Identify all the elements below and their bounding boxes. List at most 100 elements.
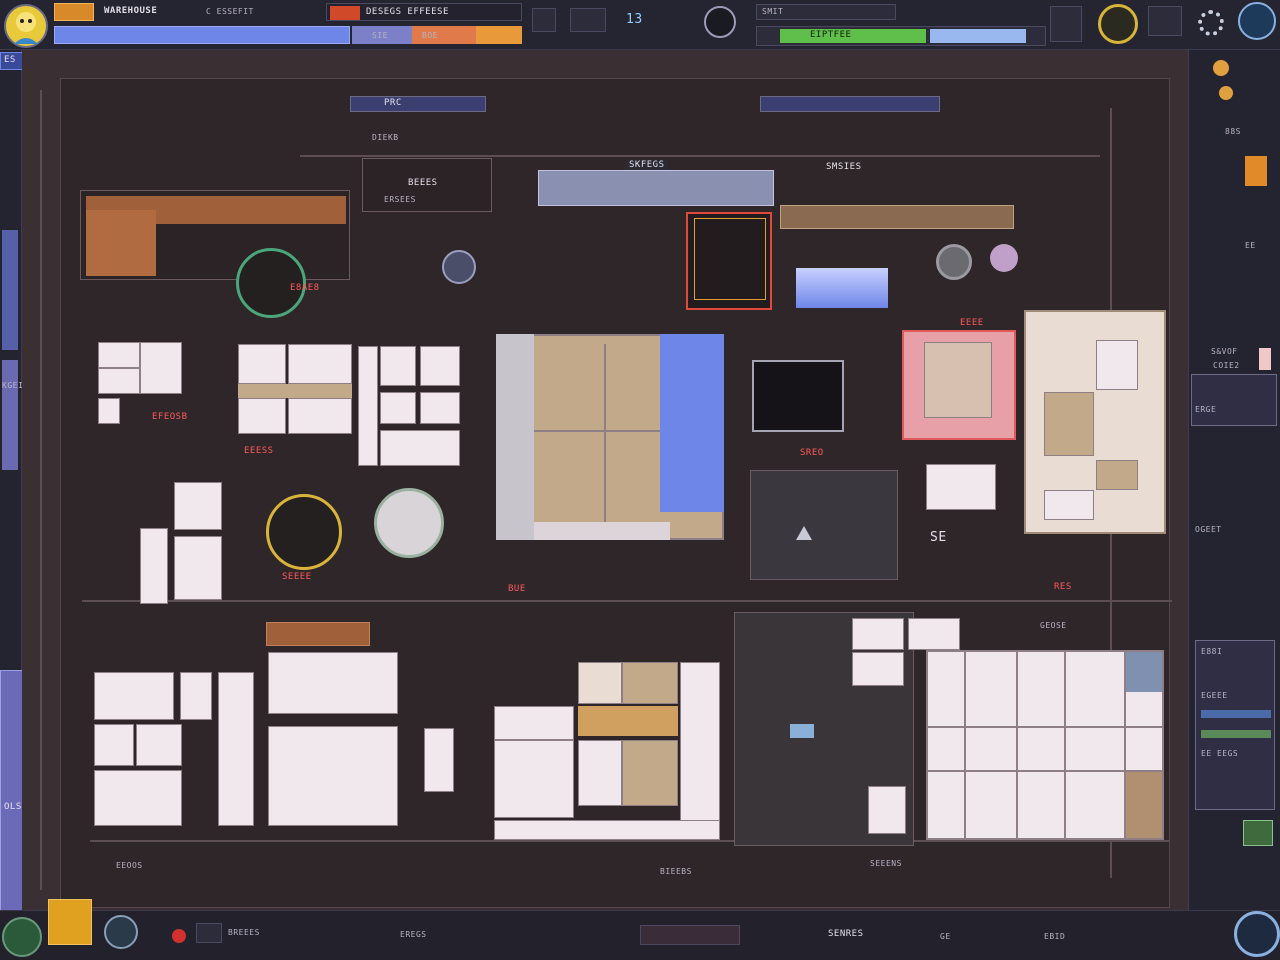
cell[interactable]	[94, 672, 174, 720]
cell[interactable]	[288, 344, 352, 384]
tab-c[interactable]	[476, 26, 522, 44]
record-icon[interactable]	[172, 929, 186, 943]
cell[interactable]	[140, 528, 168, 604]
grid-line	[300, 155, 1100, 157]
header-plate-b	[760, 96, 940, 112]
top-progress-bar	[54, 26, 350, 44]
cell[interactable]	[494, 740, 574, 818]
cell[interactable]	[420, 346, 460, 386]
fan-icon[interactable]	[990, 244, 1018, 272]
cell[interactable]	[268, 726, 398, 826]
shelf-strip[interactable]	[780, 205, 1014, 229]
cell[interactable]	[180, 672, 212, 720]
cell[interactable]	[424, 728, 454, 792]
label-k: RES	[1054, 582, 1072, 592]
machine-a[interactable]	[442, 250, 476, 284]
right-toggle[interactable]	[1259, 348, 1271, 370]
shield-badge-icon[interactable]	[1234, 911, 1280, 957]
cell[interactable]	[218, 672, 254, 826]
left-slider-b[interactable]	[2, 360, 18, 470]
cell[interactable]	[622, 662, 678, 704]
wooden-shelf[interactable]	[266, 622, 370, 646]
cell[interactable]	[238, 398, 286, 434]
warning-icon[interactable]	[796, 526, 812, 540]
grid-button[interactable]	[1148, 6, 1182, 36]
tool-button-a[interactable]	[532, 8, 556, 32]
control-room[interactable]	[750, 470, 898, 580]
compass-icon[interactable]	[1098, 4, 1138, 44]
server-room[interactable]	[752, 360, 844, 432]
status-card[interactable]	[1191, 374, 1277, 426]
cell[interactable]	[908, 618, 960, 650]
cell[interactable]	[1096, 460, 1138, 490]
cell[interactable]	[136, 724, 182, 766]
glass-panel[interactable]	[538, 170, 774, 206]
cell[interactable]	[140, 342, 182, 394]
cell[interactable]	[98, 398, 120, 424]
right-label: OGEET	[1195, 525, 1222, 534]
cell[interactable]	[380, 346, 416, 386]
minimap-icon[interactable]	[1238, 2, 1276, 40]
cell[interactable]	[288, 398, 352, 434]
cell[interactable]	[358, 346, 378, 466]
cell[interactable]	[94, 770, 182, 826]
legend-item: E88I	[1201, 647, 1223, 656]
cell[interactable]	[98, 368, 140, 394]
screen-panel[interactable]	[790, 724, 814, 738]
grid-line	[90, 840, 1170, 842]
cell[interactable]	[680, 662, 720, 836]
title-tab[interactable]	[54, 3, 94, 21]
cell[interactable]	[1096, 340, 1138, 390]
right-label: S&VOF	[1211, 347, 1238, 356]
coin-icon[interactable]	[1219, 86, 1233, 100]
menu-button[interactable]	[1050, 6, 1082, 42]
cell[interactable]	[852, 618, 904, 650]
cell[interactable]	[380, 392, 416, 424]
left-slider-a[interactable]	[2, 230, 18, 350]
right-panel: 88S EE S&VOF COIE2 ERGE OGEET E88I EGEEE…	[1188, 50, 1280, 910]
tool-button-b[interactable]	[570, 8, 606, 32]
cell[interactable]	[1044, 392, 1094, 456]
cell[interactable]	[174, 482, 222, 530]
cell[interactable]	[926, 464, 996, 510]
cell[interactable]	[94, 724, 134, 766]
cell[interactable]	[868, 786, 906, 834]
coin-icon[interactable]	[1213, 60, 1229, 76]
legend-swatch	[1201, 710, 1271, 718]
cell[interactable]	[238, 344, 286, 384]
footer-label-b: BIEEBS	[660, 867, 692, 876]
header-plate-a	[350, 96, 486, 112]
teleport-pad-c[interactable]	[374, 488, 444, 558]
cell[interactable]	[494, 706, 574, 740]
gold-strip[interactable]	[578, 706, 678, 736]
cell[interactable]	[380, 430, 460, 466]
inventory-slot[interactable]	[1245, 156, 1267, 186]
cell[interactable]	[852, 652, 904, 686]
mid-tab-icon[interactable]	[330, 6, 360, 20]
table-strip[interactable]	[238, 384, 352, 398]
cell[interactable]	[174, 536, 222, 600]
legend-item: EGEEE	[1201, 691, 1228, 700]
cell[interactable]	[578, 662, 622, 704]
cell[interactable]	[98, 342, 140, 368]
wooden-counter-corner[interactable]	[86, 210, 156, 276]
warehouse-window[interactable]	[660, 334, 724, 512]
item-icon[interactable]	[1243, 820, 1273, 846]
character-portrait-icon[interactable]	[4, 4, 48, 48]
gear-icon[interactable]	[1198, 10, 1224, 36]
machine-b[interactable]	[936, 244, 972, 280]
teleport-pad-b[interactable]	[266, 494, 342, 570]
label-g: EEESS	[244, 446, 274, 456]
monitor-screen[interactable]	[796, 268, 888, 308]
cell[interactable]	[578, 740, 622, 806]
cell[interactable]	[1044, 490, 1094, 520]
quick-slot[interactable]	[48, 899, 92, 945]
cell[interactable]	[268, 652, 398, 714]
globe-icon[interactable]	[2, 917, 42, 957]
cell[interactable]	[494, 820, 720, 840]
clock-icon[interactable]	[104, 915, 138, 949]
grid-line	[40, 90, 42, 890]
cell[interactable]	[420, 392, 460, 424]
shield-icon[interactable]	[704, 6, 736, 38]
cell[interactable]	[622, 740, 678, 806]
